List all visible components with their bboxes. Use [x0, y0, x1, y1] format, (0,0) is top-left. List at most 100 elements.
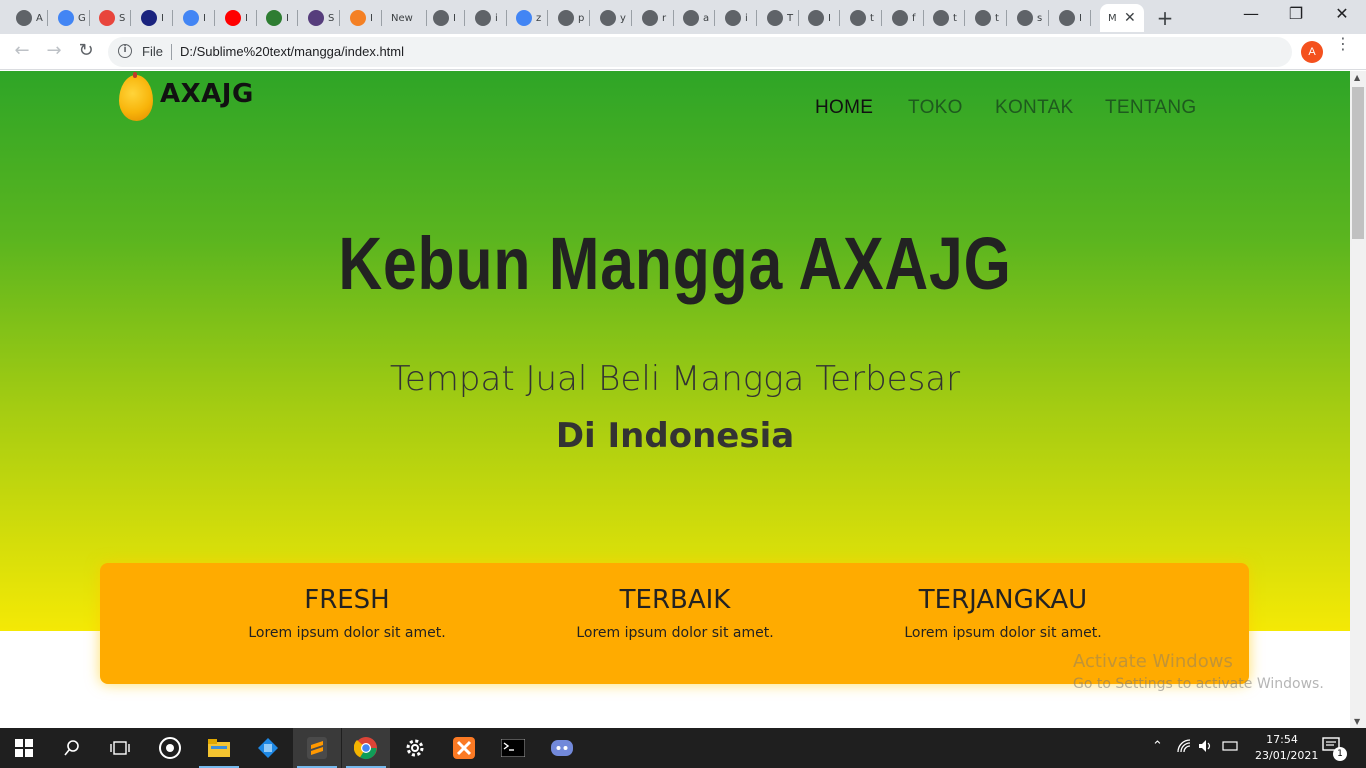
forward-button[interactable]: →	[42, 40, 66, 61]
input-indicator-icon[interactable]	[1222, 739, 1238, 757]
feature-title: TERJANGKAU	[918, 585, 1088, 615]
globe-icon	[808, 10, 824, 26]
browser-tab[interactable]: f	[884, 4, 924, 32]
activate-windows-title: Activate Windows	[1073, 651, 1233, 672]
globe-icon	[725, 10, 741, 26]
nav-home[interactable]: HOME	[815, 97, 873, 119]
terminal-icon[interactable]	[489, 728, 537, 768]
tab-divider	[964, 10, 965, 26]
profile-avatar[interactable]: A	[1301, 41, 1323, 63]
back-button[interactable]: ←	[10, 40, 34, 61]
search-icon[interactable]	[48, 728, 96, 768]
globe-icon	[433, 10, 449, 26]
tab-divider	[1006, 10, 1007, 26]
tab-title: I	[453, 12, 456, 24]
clock-date: 23/01/2021	[1255, 749, 1319, 762]
minimize-button[interactable]: —	[1231, 4, 1271, 23]
info-icon[interactable]: i	[118, 44, 132, 58]
tab-title: s	[1037, 12, 1043, 24]
task-view-icon[interactable]	[96, 728, 144, 768]
browser-tab[interactable]: s	[1009, 4, 1049, 32]
nav-kontak[interactable]: KONTAK	[995, 97, 1074, 119]
url-text[interactable]: D:/Sublime%20text/mangga/index.html	[180, 44, 404, 59]
feature-title: FRESH	[304, 585, 390, 615]
scroll-up-arrow-icon[interactable]: ▲	[1354, 73, 1360, 82]
obs-icon[interactable]	[146, 728, 194, 768]
px-icon	[266, 10, 282, 26]
discord-icon[interactable]	[538, 728, 586, 768]
network-icon[interactable]	[1177, 739, 1191, 757]
tab-title: t	[995, 12, 999, 24]
browser-tab[interactable]: p	[550, 4, 590, 32]
show-hidden-icons[interactable]: ⌃	[1152, 739, 1163, 754]
tab-title: t	[870, 12, 874, 24]
scroll-down-arrow-icon[interactable]: ▼	[1354, 717, 1360, 726]
tab-divider	[547, 10, 548, 26]
taskbar-clock[interactable]: 17:54 23/01/2021	[1255, 732, 1319, 764]
browser-tab[interactable]: T	[759, 4, 799, 32]
globe-icon	[1017, 10, 1033, 26]
browser-tab[interactable]: I	[800, 4, 840, 32]
scroll-thumb[interactable]	[1352, 87, 1364, 239]
xampp-icon[interactable]	[440, 728, 488, 768]
restore-button[interactable]: ❐	[1276, 4, 1316, 23]
globe-icon	[850, 10, 866, 26]
tab-divider	[673, 10, 674, 26]
tab-title: I	[286, 12, 289, 24]
browser-tab[interactable]: A	[8, 4, 48, 32]
browser-tab[interactable]: t	[842, 4, 882, 32]
nav-tentang[interactable]: TENTANG	[1105, 97, 1196, 119]
browser-tab[interactable]: I	[342, 4, 382, 32]
browser-tab[interactable]: New	[383, 4, 427, 32]
tab-title: p	[578, 12, 585, 24]
chrome-icon[interactable]	[342, 728, 390, 768]
activate-windows-text: Go to Settings to activate Windows.	[1073, 676, 1324, 692]
browser-tab[interactable]: I	[425, 4, 465, 32]
app-icon[interactable]	[244, 728, 292, 768]
menu-kebab-icon[interactable]: ⋮	[1335, 36, 1351, 52]
browser-tab[interactable]: z	[508, 4, 548, 32]
browser-tab[interactable]: i	[717, 4, 757, 32]
browser-tab[interactable]: y	[592, 4, 632, 32]
tab-divider	[631, 10, 632, 26]
hero-subtitle: Tempat Jual Beli Mangga Terbesar	[389, 359, 961, 399]
site-logo-text[interactable]: AXAJG	[160, 79, 254, 109]
tab-title: f	[912, 12, 916, 24]
notification-count-badge: 1	[1333, 747, 1347, 761]
browser-tab[interactable]: i	[467, 4, 507, 32]
page-scrollbar[interactable]: ▲ ▼	[1350, 71, 1366, 728]
globe-icon	[933, 10, 949, 26]
close-tab-icon[interactable]: ✕	[1124, 10, 1136, 26]
browser-tab[interactable]: I	[258, 4, 298, 32]
hero-title: Kebun Mangga AXAJG	[338, 222, 1012, 305]
address-bar[interactable]: i File D:/Sublime%20text/mangga/index.ht…	[108, 37, 1292, 67]
tab-divider	[798, 10, 799, 26]
browser-tab[interactable]: G	[50, 4, 90, 32]
browser-tab[interactable]: a	[675, 4, 715, 32]
globe-icon	[558, 10, 574, 26]
browser-tab[interactable]: t	[925, 4, 965, 32]
browser-tab-active[interactable]: M ✕	[1100, 4, 1144, 32]
tab-divider	[339, 10, 340, 26]
reload-button[interactable]: ↻	[74, 40, 98, 61]
browser-tab[interactable]: S	[300, 4, 340, 32]
volume-icon[interactable]	[1198, 739, 1214, 757]
browser-tab[interactable]: r	[634, 4, 674, 32]
browser-tab[interactable]: I	[217, 4, 257, 32]
feature-text: Lorem ipsum dolor sit amet.	[248, 625, 446, 641]
nav-toko[interactable]: TOKO	[908, 97, 963, 119]
sublime-text-icon[interactable]	[293, 728, 341, 768]
file-explorer-icon[interactable]	[195, 728, 243, 768]
settings-icon[interactable]	[391, 728, 439, 768]
browser-tab[interactable]: I	[1051, 4, 1091, 32]
start-icon[interactable]	[0, 728, 48, 768]
new-tab-button[interactable]: +	[1154, 6, 1176, 30]
tab-divider	[89, 10, 90, 26]
close-window-button[interactable]: ✕	[1322, 4, 1362, 23]
browser-tab[interactable]: I	[175, 4, 215, 32]
browser-tab[interactable]: I	[133, 4, 173, 32]
browser-tab[interactable]: S	[91, 4, 131, 32]
browser-tab[interactable]: t	[967, 4, 1007, 32]
tab-divider	[506, 10, 507, 26]
youtube-icon	[225, 10, 241, 26]
